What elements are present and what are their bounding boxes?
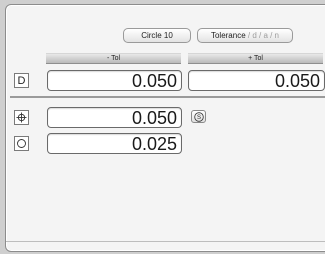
diameter-symbol[interactable]: D xyxy=(14,73,29,88)
diameter-plus-tolerance-field[interactable]: 0.050 xyxy=(188,70,325,91)
plus-tolerance-header: + Tol xyxy=(188,53,323,64)
circularity-tolerance-field[interactable]: 0.025 xyxy=(47,133,182,154)
tolerance-mode-options: / d / a / n xyxy=(245,31,280,40)
minus-tolerance-header: - Tol xyxy=(46,53,181,64)
section-divider xyxy=(10,96,325,98)
true-position-icon[interactable] xyxy=(14,110,29,125)
circularity-icon[interactable] xyxy=(14,136,29,151)
position-tolerance-field[interactable]: 0.050 xyxy=(47,107,182,128)
tolerance-mode-label: Tolerance xyxy=(210,31,246,40)
tolerance-mode-button[interactable]: Tolerance / d / a / n xyxy=(197,28,293,43)
rfs-modifier-button[interactable]: S xyxy=(191,110,206,123)
feature-name-button[interactable]: Circle 10 xyxy=(123,28,191,43)
rfs-modifier-label: S xyxy=(196,115,200,121)
panel-divider xyxy=(6,241,325,242)
diameter-minus-tolerance-field[interactable]: 0.050 xyxy=(47,70,182,91)
